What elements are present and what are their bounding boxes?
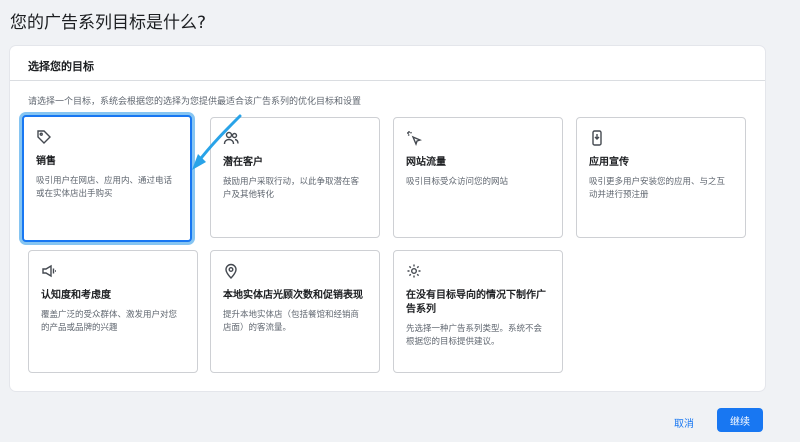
- phone-download-icon: [589, 130, 605, 146]
- gear-icon: [406, 263, 422, 279]
- objective-card-app-promotion[interactable]: 应用宣传 吸引更多用户安装您的应用、与之互动并进行预注册: [576, 117, 746, 238]
- objective-title: 本地实体店光顾次数和促销表现: [223, 290, 363, 301]
- objective-panel: 选择您的目标 请选择一个目标，系统会根据您的选择为您提供最适合该广告系列的优化目…: [10, 46, 765, 391]
- objective-desc: 吸引目标受众访问您的网站: [406, 177, 509, 187]
- objective-desc: 覆盖广泛的受众群体、激发用户对您的产品或品牌的兴趣: [41, 310, 178, 333]
- objective-title: 销售: [36, 156, 56, 167]
- page-title: 您的广告系列目标是什么?: [10, 13, 207, 33]
- divider: [10, 80, 765, 81]
- objective-card-awareness[interactable]: 认知度和考虑度 覆盖广泛的受众群体、激发用户对您的产品或品牌的兴趣: [28, 250, 198, 373]
- continue-button[interactable]: 继续: [717, 408, 763, 432]
- annotation-arrow: [192, 114, 242, 170]
- objective-title: 应用宣传: [589, 157, 629, 168]
- objective-title: 认知度和考虑度: [41, 290, 111, 301]
- objective-card-store-traffic[interactable]: 本地实体店光顾次数和促销表现 提升本地实体店（包括餐馆和经销商店面）的客流量。: [210, 250, 380, 373]
- objective-card-traffic[interactable]: 网站流量 吸引目标受众访问您的网站: [393, 117, 563, 238]
- cursor-click-icon: [406, 130, 422, 146]
- objective-card-no-goal[interactable]: 在没有目标导向的情况下制作广告系列 先选择一种广告系列类型。系统不会根据您的目标…: [393, 250, 563, 373]
- instruction-text: 请选择一个目标，系统会根据您的选择为您提供最适合该广告系列的优化目标和设置: [28, 97, 362, 107]
- objective-desc: 吸引更多用户安装您的应用、与之互动并进行预注册: [589, 177, 726, 200]
- location-pin-icon: [223, 263, 239, 279]
- objective-desc: 提升本地实体店（包括餐馆和经销商店面）的客流量。: [223, 310, 360, 333]
- objective-desc: 吸引用户在网店、应用内、通过电话或在实体店出手购买: [36, 176, 173, 199]
- panel-title: 选择您的目标: [28, 60, 94, 73]
- objective-card-sales[interactable]: 销售 吸引用户在网店、应用内、通过电话或在实体店出手购买: [22, 115, 192, 242]
- cancel-button[interactable]: 取消: [668, 411, 700, 434]
- megaphone-icon: [41, 263, 57, 279]
- objective-title: 网站流量: [406, 157, 446, 168]
- tag-icon: [36, 129, 52, 145]
- objective-title: 在没有目标导向的情况下制作广告系列: [406, 290, 546, 315]
- objective-desc: 先选择一种广告系列类型。系统不会根据您的目标提供建议。: [406, 324, 543, 347]
